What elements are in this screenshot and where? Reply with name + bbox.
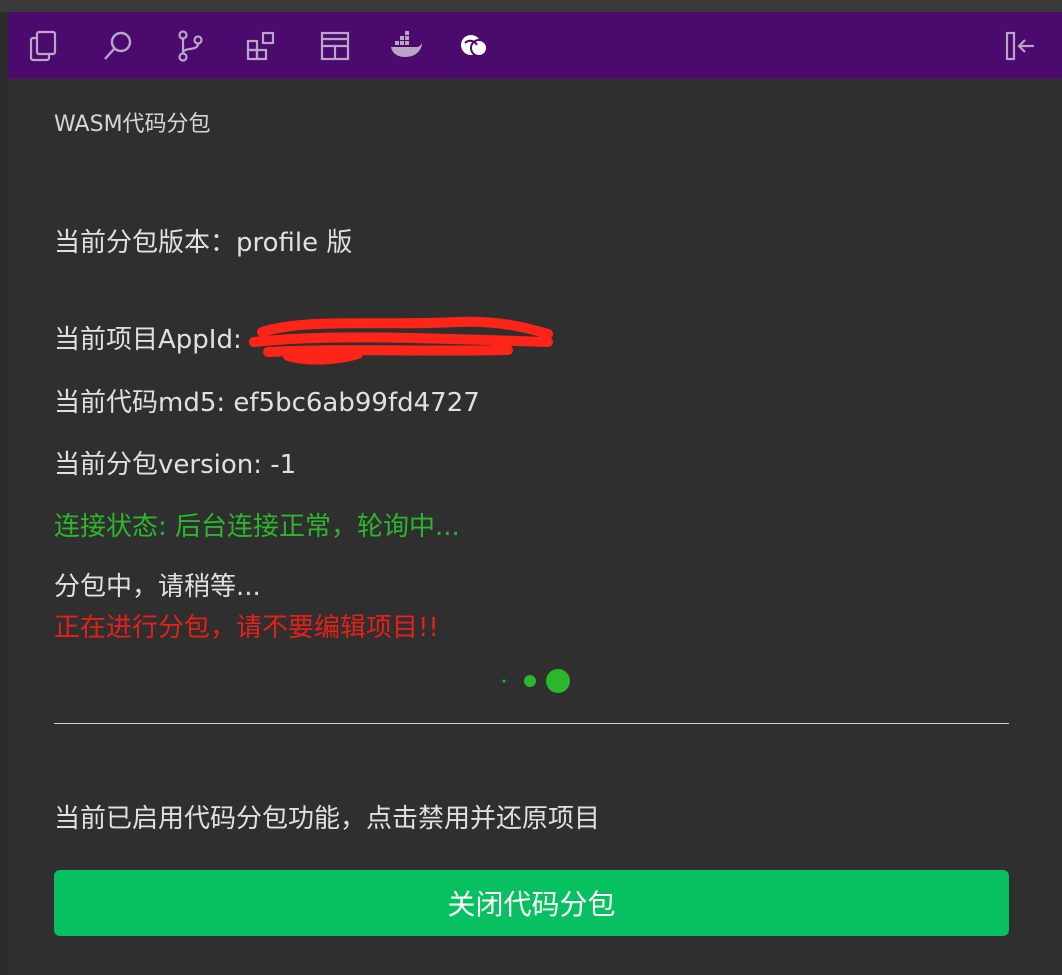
search-icon[interactable] [98,26,138,66]
panel-title: WASM代码分包 [54,112,211,137]
wasm-plugin-icon[interactable] [454,26,494,66]
close-code-split-button[interactable]: 关闭代码分包 [54,870,1009,936]
sidebar-panel: WASM代码分包 当前分包版本：profile 版 当前项目AppId: 当前代… [8,12,1062,975]
package-version-line: 当前分包version: -1 [54,450,297,480]
extensions-icon[interactable] [241,26,281,66]
collapse-sidebar-icon[interactable] [1000,26,1040,66]
enabled-hint: 当前已启用代码分包功能，点击禁用并还原项目 [54,804,601,834]
progress-text: 分包中，请稍等... [54,572,261,602]
window-top-strip [0,0,1062,12]
split-version-line: 当前分包版本：profile 版 [54,228,353,258]
files-icon[interactable] [24,26,64,66]
appid-line: 当前项目AppId: [54,325,242,355]
activity-toolbar [8,12,1062,79]
loading-spinner [502,669,570,693]
docker-icon[interactable] [386,26,426,66]
warning-text: 正在进行分包，请不要编辑项目!! [54,613,439,643]
code-md5-line: 当前代码md5: ef5bc6ab99fd4727 [54,388,480,418]
redaction-scribble [249,316,553,365]
layout-icon[interactable] [315,26,355,66]
git-branch-icon[interactable] [170,26,210,66]
section-divider [54,723,1009,724]
connection-status: 连接状态: 后台连接正常，轮询中... [54,512,460,542]
